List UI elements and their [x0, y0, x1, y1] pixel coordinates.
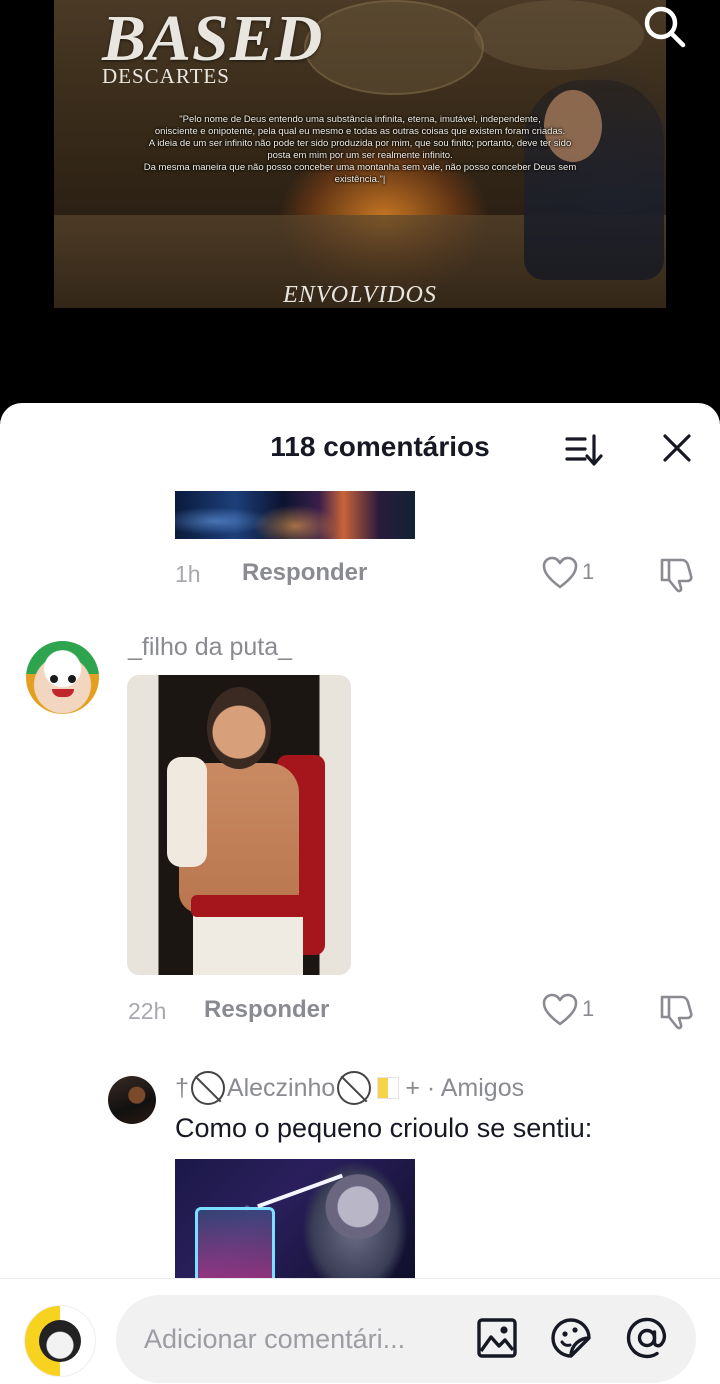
at-sign-icon [626, 1317, 667, 1359]
comments-count-title: 118 comentários [270, 431, 490, 462]
mention-button[interactable] [624, 1315, 670, 1361]
quote-line: existência."| [334, 174, 386, 185]
map-decoration [474, 0, 644, 70]
sort-button[interactable] [565, 433, 603, 467]
close-icon [663, 434, 691, 462]
comments-sheet: 118 comentários 1h Responder 1 _filho da… [0, 403, 720, 1384]
dislike-button[interactable] [656, 993, 696, 1031]
search-icon [644, 6, 686, 48]
comment-time: 22h [128, 998, 167, 1024]
sort-icon [565, 434, 603, 466]
my-avatar[interactable] [24, 1305, 96, 1377]
image-detail [207, 687, 271, 769]
avatar-mouth [52, 689, 74, 697]
comment-time: 1h [175, 561, 201, 587]
image-detail [193, 915, 303, 975]
quote-line: Da mesma maneira que não posso conceber … [143, 162, 577, 173]
map-decoration [304, 0, 484, 95]
comment-image[interactable] [127, 675, 351, 975]
sticker-icon [551, 1318, 591, 1358]
heart-icon [542, 993, 578, 1026]
video-footer: ENVOLVIDOS [283, 282, 437, 308]
dislike-button[interactable] [656, 556, 696, 594]
quote-line: onisciente e onipotente, pela qual eu me… [154, 126, 566, 137]
comment-image[interactable] [175, 491, 415, 539]
sticker-button[interactable] [548, 1315, 594, 1361]
username-prefix: † [175, 1073, 189, 1102]
image-detail [325, 1169, 391, 1253]
image-detail [167, 757, 207, 867]
quote-line: "Pelo nome de Deus entendo uma substânci… [179, 114, 541, 125]
comment-composer [0, 1278, 720, 1384]
close-button[interactable] [660, 431, 694, 465]
comment-username[interactable]: _filho da puta_ [128, 633, 292, 662]
reply-button[interactable]: Responder [242, 559, 367, 587]
heart-icon [542, 556, 578, 589]
avatar[interactable] [26, 641, 99, 714]
avatar-eye [50, 675, 58, 683]
like-count: 1 [582, 996, 595, 1021]
image-button[interactable] [474, 1315, 520, 1361]
search-button[interactable] [640, 2, 688, 48]
image-detail [195, 1207, 275, 1281]
video-quote: "Pelo nome de Deus entendo uma substânci… [54, 114, 666, 186]
image-detail [191, 895, 311, 917]
reply-username[interactable]: Aleczinho [227, 1074, 335, 1103]
video-subtitle: DESCARTES [102, 64, 230, 88]
quote-line: posta em mim por um ser realmente infini… [267, 150, 453, 161]
avatar[interactable] [108, 1076, 156, 1124]
username-suffix: + · Amigos [405, 1073, 525, 1102]
quote-line: A ideia de um ser infinito não pode ter … [148, 138, 572, 149]
reply-text: Como o pequeno crioulo se sentiu: [175, 1113, 593, 1143]
thumbs-down-icon [660, 558, 693, 593]
video-frame[interactable]: BASED DESCARTES "Pelo nome de Deus enten… [54, 0, 666, 308]
prohibited-icon [190, 1071, 225, 1105]
avatar-face [39, 1320, 81, 1362]
reply-username-row[interactable]: † Aleczinho + · Amigos [175, 1071, 524, 1105]
avatar-eye [68, 675, 76, 683]
comment-input[interactable] [144, 1319, 454, 1359]
reply-button[interactable]: Responder [204, 996, 329, 1024]
prohibited-icon [337, 1071, 372, 1105]
like-button[interactable]: 1 [542, 993, 602, 1029]
like-button[interactable]: 1 [542, 556, 602, 592]
like-count: 1 [582, 559, 595, 584]
comment-box[interactable] [116, 1295, 696, 1383]
comment-image[interactable] [175, 1159, 415, 1281]
image-icon [477, 1318, 517, 1358]
thumbs-down-icon [660, 995, 693, 1030]
flag-icon [377, 1077, 400, 1099]
